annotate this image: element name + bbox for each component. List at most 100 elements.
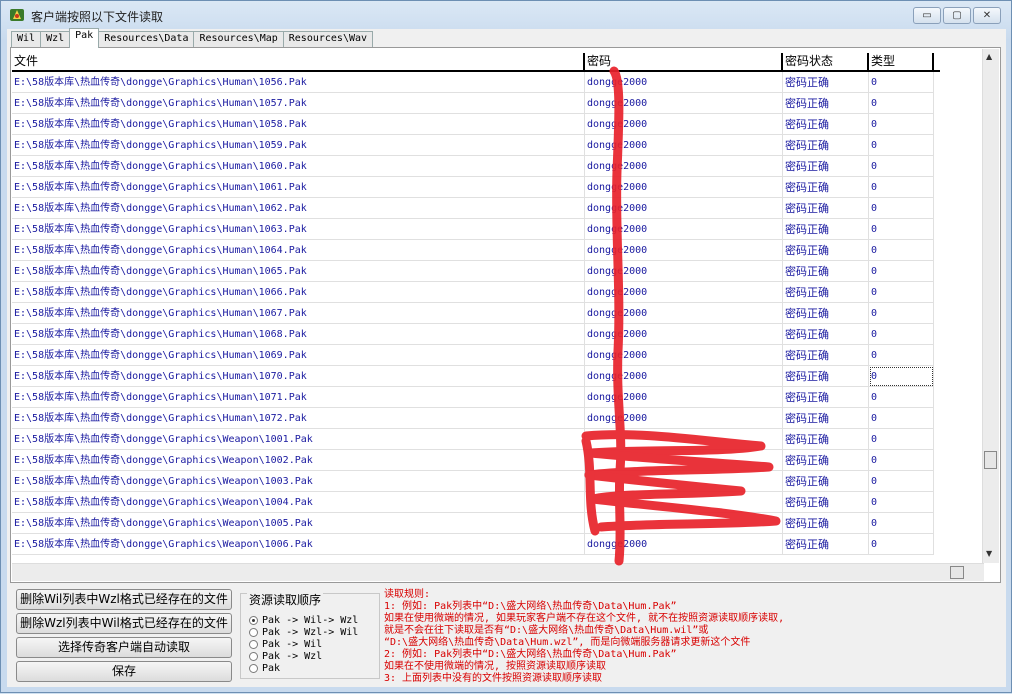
password-status-cell[interactable]: 密码正确 (783, 114, 869, 135)
type-cell[interactable]: 0 (869, 198, 934, 219)
table-row[interactable]: E:\58版本库\热血传奇\dongge\Graphics\Weapon\100… (12, 429, 934, 450)
password-cell[interactable]: dongge2000 (585, 324, 783, 345)
file-cell[interactable]: E:\58版本库\热血传奇\dongge\Graphics\Human\1064… (12, 240, 585, 261)
file-cell[interactable]: E:\58版本库\热血传奇\dongge\Graphics\Human\1069… (12, 345, 585, 366)
password-status-cell[interactable]: 密码正确 (783, 240, 869, 261)
read-order-radio[interactable]: Pak -> Wzl (249, 650, 322, 662)
type-cell[interactable]: 0 (869, 345, 934, 366)
scroll-down-icon[interactable]: ▼ (986, 549, 992, 558)
password-status-cell[interactable]: 密码正确 (783, 324, 869, 345)
file-cell[interactable]: E:\58版本库\热血传奇\dongge\Graphics\Weapon\100… (12, 450, 585, 471)
type-cell[interactable]: 0 (869, 324, 934, 345)
password-status-cell[interactable]: 密码正确 (783, 219, 869, 240)
password-cell[interactable] (585, 471, 783, 492)
password-status-cell[interactable]: 密码正确 (783, 156, 869, 177)
read-order-radio[interactable]: Pak -> Wil-> Wzl (249, 614, 358, 626)
type-cell[interactable]: 0 (869, 408, 934, 429)
type-cell[interactable]: 0 (869, 534, 934, 555)
vertical-scroll-thumb[interactable] (984, 451, 997, 469)
password-cell[interactable]: dongge2000 (585, 303, 783, 324)
file-cell[interactable]: E:\58版本库\热血传奇\dongge\Graphics\Weapon\100… (12, 429, 585, 450)
table-row[interactable]: E:\58版本库\热血传奇\dongge\Graphics\Human\1070… (12, 366, 934, 387)
password-cell[interactable]: dongge2000 (585, 135, 783, 156)
read-order-radio[interactable]: Pak -> Wil (249, 638, 322, 650)
table-row[interactable]: E:\58版本库\热血传奇\dongge\Graphics\Human\1069… (12, 345, 934, 366)
type-cell[interactable]: 0 (869, 72, 934, 93)
file-cell[interactable]: E:\58版本库\热血传奇\dongge\Graphics\Weapon\100… (12, 471, 585, 492)
table-row[interactable]: E:\58版本库\热血传奇\dongge\Graphics\Human\1065… (12, 261, 934, 282)
type-cell[interactable]: 0 (869, 450, 934, 471)
password-cell[interactable] (585, 429, 783, 450)
password-cell[interactable]: dongge2000 (585, 408, 783, 429)
password-cell[interactable]: dongge2000 (585, 93, 783, 114)
file-cell[interactable]: E:\58版本库\热血传奇\dongge\Graphics\Weapon\100… (12, 492, 585, 513)
table-row[interactable]: E:\58版本库\热血传奇\dongge\Graphics\Weapon\100… (12, 534, 934, 555)
type-cell[interactable]: 0 (869, 282, 934, 303)
type-cell[interactable]: 0 (869, 93, 934, 114)
password-status-cell[interactable]: 密码正确 (783, 450, 869, 471)
tab-resources-wav[interactable]: Resources\Wav (282, 31, 374, 48)
file-cell[interactable]: E:\58版本库\热血传奇\dongge\Graphics\Human\1067… (12, 303, 585, 324)
password-status-cell[interactable]: 密码正确 (783, 471, 869, 492)
file-cell[interactable]: E:\58版本库\热血传奇\dongge\Graphics\Human\1056… (12, 72, 585, 93)
table-row[interactable]: E:\58版本库\热血传奇\dongge\Graphics\Human\1061… (12, 177, 934, 198)
password-status-cell[interactable]: 密码正确 (783, 198, 869, 219)
password-cell[interactable]: dongge2000 (585, 156, 783, 177)
tab-resources-data[interactable]: Resources\Data (98, 31, 195, 48)
password-cell[interactable]: dongge2000 (585, 240, 783, 261)
table-row[interactable]: E:\58版本库\热血传奇\dongge\Graphics\Human\1063… (12, 219, 934, 240)
file-cell[interactable]: E:\58版本库\热血传奇\dongge\Graphics\Human\1063… (12, 219, 585, 240)
password-status-cell[interactable]: 密码正确 (783, 93, 869, 114)
type-cell[interactable]: 0 (869, 429, 934, 450)
password-status-cell[interactable]: 密码正确 (783, 177, 869, 198)
type-cell[interactable]: 0 (869, 366, 934, 387)
table-row[interactable]: E:\58版本库\热血传奇\dongge\Graphics\Human\1058… (12, 114, 934, 135)
close-button[interactable]: ✕ (973, 7, 1001, 24)
table-row[interactable]: E:\58版本库\热血传奇\dongge\Graphics\Human\1066… (12, 282, 934, 303)
file-cell[interactable]: E:\58版本库\热血传奇\dongge\Graphics\Weapon\100… (12, 513, 585, 534)
tab-wil[interactable]: Wil (11, 31, 42, 48)
file-cell[interactable]: E:\58版本库\热血传奇\dongge\Graphics\Human\1060… (12, 156, 585, 177)
file-cell[interactable]: E:\58版本库\热血传奇\dongge\Graphics\Human\1059… (12, 135, 585, 156)
horizontal-scroll-thumb[interactable] (950, 566, 964, 579)
password-cell[interactable] (585, 513, 783, 534)
file-cell[interactable]: E:\58版本库\热血传奇\dongge\Graphics\Human\1057… (12, 93, 585, 114)
password-cell[interactable] (585, 492, 783, 513)
tab-wzl[interactable]: Wzl (40, 31, 71, 48)
table-row[interactable]: E:\58版本库\热血传奇\dongge\Graphics\Human\1064… (12, 240, 934, 261)
table-row[interactable]: E:\58版本库\热血传奇\dongge\Graphics\Weapon\100… (12, 513, 934, 534)
password-status-cell[interactable]: 密码正确 (783, 303, 869, 324)
password-cell[interactable]: dongge2000 (585, 261, 783, 282)
column-header[interactable]: 文件 (12, 53, 585, 72)
column-header[interactable]: 密码 (585, 53, 783, 72)
password-status-cell[interactable]: 密码正确 (783, 345, 869, 366)
delete-wil-dup-button[interactable]: 删除Wil列表中Wzl格式已经存在的文件 (16, 589, 232, 610)
scroll-up-icon[interactable]: ▲ (986, 52, 992, 61)
password-cell[interactable]: dongge2000 (585, 198, 783, 219)
table-row[interactable]: E:\58版本库\热血传奇\dongge\Graphics\Weapon\100… (12, 492, 934, 513)
file-cell[interactable]: E:\58版本库\热血传奇\dongge\Graphics\Human\1071… (12, 387, 585, 408)
file-cell[interactable]: E:\58版本库\热血传奇\dongge\Graphics\Human\1065… (12, 261, 585, 282)
maximize-button[interactable]: ▢ (943, 7, 971, 24)
file-cell[interactable]: E:\58版本库\热血传奇\dongge\Graphics\Human\1068… (12, 324, 585, 345)
file-table[interactable]: 文件 密码 密码状态 类型 E:\58版本库\热血传奇\dongge\Graphics… (12, 49, 984, 563)
type-cell[interactable]: 0 (869, 177, 934, 198)
file-cell[interactable]: E:\58版本库\热血传奇\dongge\Graphics\Human\1070… (12, 366, 585, 387)
password-cell[interactable] (585, 450, 783, 471)
password-status-cell[interactable]: 密码正确 (783, 72, 869, 93)
vertical-scrollbar[interactable]: ▲ ▼ (982, 49, 999, 563)
password-status-cell[interactable]: 密码正确 (783, 135, 869, 156)
password-status-cell[interactable]: 密码正确 (783, 429, 869, 450)
password-status-cell[interactable]: 密码正确 (783, 366, 869, 387)
file-cell[interactable]: E:\58版本库\热血传奇\dongge\Graphics\Human\1062… (12, 198, 585, 219)
table-row[interactable]: E:\58版本库\热血传奇\dongge\Graphics\Weapon\100… (12, 450, 934, 471)
file-cell[interactable]: E:\58版本库\热血传奇\dongge\Graphics\Human\1058… (12, 114, 585, 135)
file-cell[interactable]: E:\58版本库\热血传奇\dongge\Graphics\Human\1072… (12, 408, 585, 429)
table-row[interactable]: E:\58版本库\热血传奇\dongge\Graphics\Human\1059… (12, 135, 934, 156)
password-status-cell[interactable]: 密码正确 (783, 513, 869, 534)
table-row[interactable]: E:\58版本库\热血传奇\dongge\Graphics\Human\1062… (12, 198, 934, 219)
password-status-cell[interactable]: 密码正确 (783, 492, 869, 513)
password-status-cell[interactable]: 密码正确 (783, 387, 869, 408)
password-cell[interactable]: dongge2000 (585, 72, 783, 93)
password-cell[interactable]: dongge2000 (585, 366, 783, 387)
